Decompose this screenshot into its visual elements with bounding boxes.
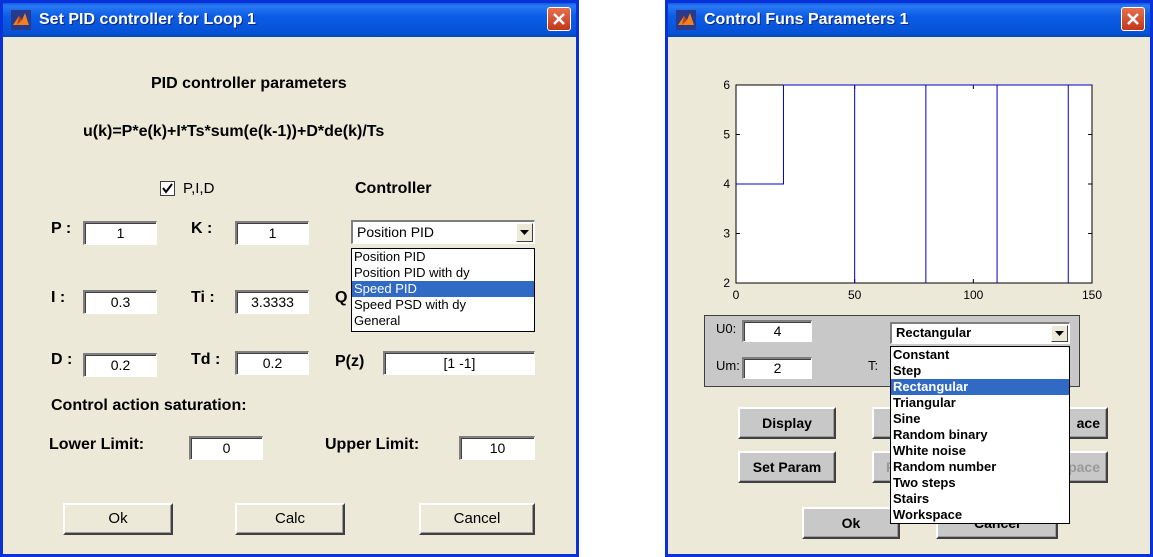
controller-select-value: Position PID (357, 224, 435, 240)
pid-dialog-titlebar[interactable]: Set PID controller for Loop 1 (3, 3, 576, 37)
y-tick-label: 6 (723, 78, 730, 92)
k-input[interactable]: 1 (235, 221, 309, 245)
chevron-down-icon (1055, 331, 1064, 336)
k-label: K : (191, 220, 213, 237)
dropdown-option[interactable]: Sine (891, 411, 1069, 427)
dropdown-option[interactable]: Workspace (891, 507, 1069, 523)
formula: u(k)=P*e(k)+I*Ts*sum(e(k-1))+D*de(k)/Ts (83, 123, 385, 140)
close-icon (1127, 13, 1139, 25)
dropdown-option[interactable]: General (352, 313, 534, 329)
function-select[interactable]: Rectangular (890, 322, 1070, 344)
dropdown-option[interactable]: Step (891, 363, 1069, 379)
lower-limit-label: Lower Limit: (49, 436, 145, 453)
dropdown-option[interactable]: Stairs (891, 491, 1069, 507)
lower-limit-input[interactable]: 0 (189, 436, 263, 460)
um-label: Um: (716, 358, 740, 373)
td-label: Td : (191, 351, 221, 368)
y-tick-label: 5 (723, 128, 730, 142)
pid-dialog: Set PID controller for Loop 1 PID contro… (0, 0, 579, 557)
pz-input[interactable]: [1 -1] (383, 351, 535, 375)
u0-label: U0: (716, 321, 737, 336)
dropdown-option[interactable]: Speed PSD with dy (352, 297, 534, 313)
ti-input[interactable]: 3.3333 (235, 290, 309, 314)
p-label: P : (51, 220, 72, 237)
dropdown-arrow-button[interactable] (516, 223, 533, 242)
i-input[interactable]: 0.3 (83, 290, 157, 314)
q-label: Q (335, 289, 348, 306)
controller-label: Controller (355, 180, 432, 197)
y-tick-label: 4 (723, 177, 730, 191)
close-icon (553, 13, 565, 25)
upper-limit-label: Upper Limit: (325, 436, 420, 453)
p-input[interactable]: 1 (83, 221, 157, 245)
function-select-value: Rectangular (896, 325, 972, 340)
ok-button[interactable]: Ok (63, 503, 173, 535)
saturation-label: Control action saturation: (51, 397, 247, 414)
dropdown-option[interactable]: Position PID with dy (352, 265, 534, 281)
i-label: I : (51, 289, 66, 306)
x-tick-label: 150 (1082, 288, 1102, 302)
dropdown-option[interactable]: Two steps (891, 475, 1069, 491)
um-input[interactable]: 2 (742, 357, 812, 379)
window-title: Set PID controller for Loop 1 (39, 11, 256, 28)
dropdown-option[interactable]: Speed PID (352, 281, 534, 297)
calc-button[interactable]: Calc (235, 503, 345, 535)
matlab-icon (676, 10, 696, 30)
pz-label: P(z) (335, 353, 365, 370)
dropdown-option[interactable]: Random binary (891, 427, 1069, 443)
dropdown-option[interactable]: Triangular (891, 395, 1069, 411)
check-icon (162, 183, 173, 194)
set-param-button[interactable]: Set Param (738, 451, 836, 483)
td-input[interactable]: 0.2 (235, 351, 309, 375)
dropdown-option[interactable]: Position PID (352, 249, 534, 265)
d-input[interactable]: 0.2 (83, 353, 157, 377)
control-funs-titlebar[interactable]: Control Funs Parameters 1 (668, 3, 1150, 37)
matlab-icon (11, 10, 31, 30)
x-tick-label: 0 (733, 288, 740, 302)
plot-area (735, 84, 1093, 284)
dropdown-option[interactable]: Rectangular (891, 379, 1069, 395)
y-tick-label: 3 (723, 227, 730, 241)
y-tick-label: 2 (723, 276, 730, 290)
heading: PID controller parameters (151, 75, 347, 92)
close-button[interactable] (547, 7, 571, 31)
controller-select[interactable]: Position PID (351, 220, 535, 244)
ti-label: Ti : (191, 289, 215, 306)
upper-limit-input[interactable]: 10 (459, 436, 535, 460)
controller-dropdown-list: Position PID Position PID with dy Speed PI… (351, 248, 535, 332)
u0-input[interactable]: 4 (742, 320, 812, 342)
dropdown-option[interactable]: Constant (891, 347, 1069, 363)
signal-plot: 0 50 100 150 2 3 4 5 6 (723, 78, 1102, 302)
display-button[interactable]: Display (738, 407, 836, 439)
dropdown-option[interactable]: Random number (891, 459, 1069, 475)
window-title: Control Funs Parameters 1 (704, 11, 909, 28)
chevron-down-icon (520, 230, 529, 235)
d-label: D : (51, 351, 73, 368)
ok-button[interactable]: Ok (802, 507, 900, 539)
close-button[interactable] (1121, 7, 1145, 31)
control-funs-dialog: Control Funs Parameters 1 0 50 100 150 2 3 4 5 6… (665, 0, 1153, 557)
x-tick-label: 100 (963, 288, 983, 302)
x-tick-label: 50 (848, 288, 862, 302)
cancel-button[interactable]: Cancel (419, 503, 535, 535)
pid-checkbox[interactable] (160, 181, 175, 196)
dropdown-option[interactable]: White noise (891, 443, 1069, 459)
function-dropdown-list: Constant Step Rectangular Triangular Sine Ran… (890, 346, 1070, 524)
t-label: T: (868, 358, 879, 373)
pid-checkbox-label: P,I,D (183, 180, 215, 197)
dropdown-arrow-button[interactable] (1051, 325, 1068, 342)
